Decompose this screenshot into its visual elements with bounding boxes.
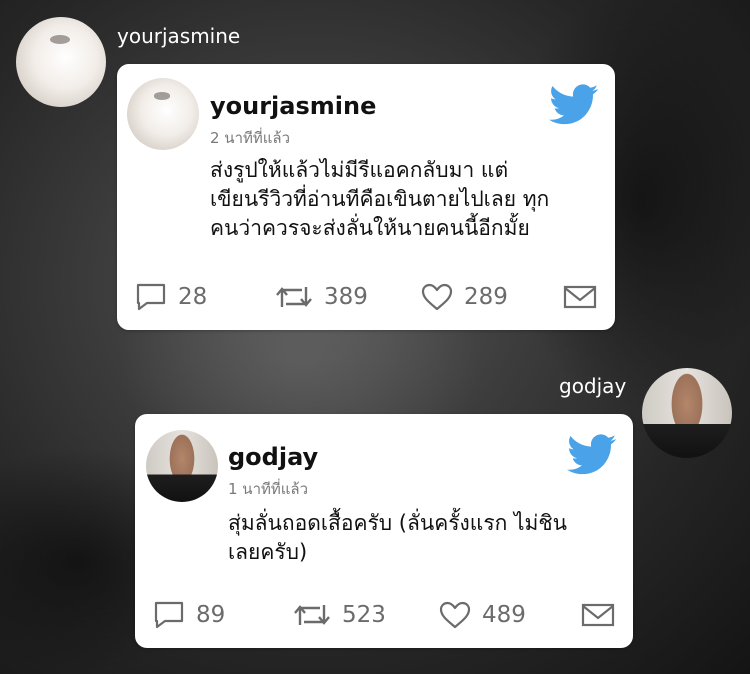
- post-time: 1 นาทีที่แล้ว: [228, 480, 309, 498]
- card-avatar-godjay[interactable]: [146, 430, 218, 502]
- like-count: 289: [464, 284, 508, 310]
- tweet-card-godjay[interactable]: godjay 1 นาทีที่แล้ว สุ่มลั่นถอดเสื้อครั…: [135, 414, 633, 648]
- reply-icon: [154, 601, 184, 629]
- reply-button[interactable]: 89: [152, 600, 225, 630]
- card-username[interactable]: godjay: [228, 443, 318, 471]
- retweet-count: 523: [342, 602, 386, 628]
- reply-count: 89: [196, 602, 226, 628]
- mail-icon[interactable]: [581, 600, 615, 630]
- like-count: 489: [482, 602, 526, 628]
- mail-icon[interactable]: [563, 282, 597, 312]
- reply-button[interactable]: 28: [134, 282, 207, 312]
- retweet-icon: [294, 605, 330, 625]
- twitter-bird-icon: [549, 84, 599, 125]
- post-text: ส่งรูปให้แล้วไม่มีรีแอคกลับมา แต่ เขียนร…: [210, 158, 550, 240]
- card-avatar-yourjasmine[interactable]: [127, 78, 199, 150]
- card-username[interactable]: yourjasmine: [210, 92, 376, 120]
- like-button[interactable]: 289: [420, 282, 508, 312]
- like-button[interactable]: 489: [438, 600, 526, 630]
- retweet-button[interactable]: 523: [292, 600, 386, 630]
- reply-count: 28: [178, 284, 208, 310]
- retweet-icon: [276, 287, 312, 307]
- reply-icon: [136, 283, 166, 311]
- post-time: 2 นาทีที่แล้ว: [210, 129, 291, 147]
- like-icon: [439, 601, 471, 629]
- post-text: สุ่มลั่นถอดเสื้อครับ (ลั่นครั้งแรก ไม่ชิ…: [228, 511, 568, 564]
- twitter-bird-icon: [567, 434, 617, 475]
- outer-username-yourjasmine[interactable]: yourjasmine: [117, 24, 240, 48]
- tweet-card-yourjasmine[interactable]: yourjasmine 2 นาทีที่แล้ว ส่งรูปให้แล้วไ…: [117, 64, 615, 330]
- outer-avatar-yourjasmine[interactable]: [16, 17, 106, 107]
- outer-avatar-godjay[interactable]: [642, 368, 732, 458]
- retweet-count: 389: [324, 284, 368, 310]
- outer-username-godjay[interactable]: godjay: [559, 374, 626, 398]
- like-icon: [421, 283, 453, 311]
- retweet-button[interactable]: 389: [274, 282, 368, 312]
